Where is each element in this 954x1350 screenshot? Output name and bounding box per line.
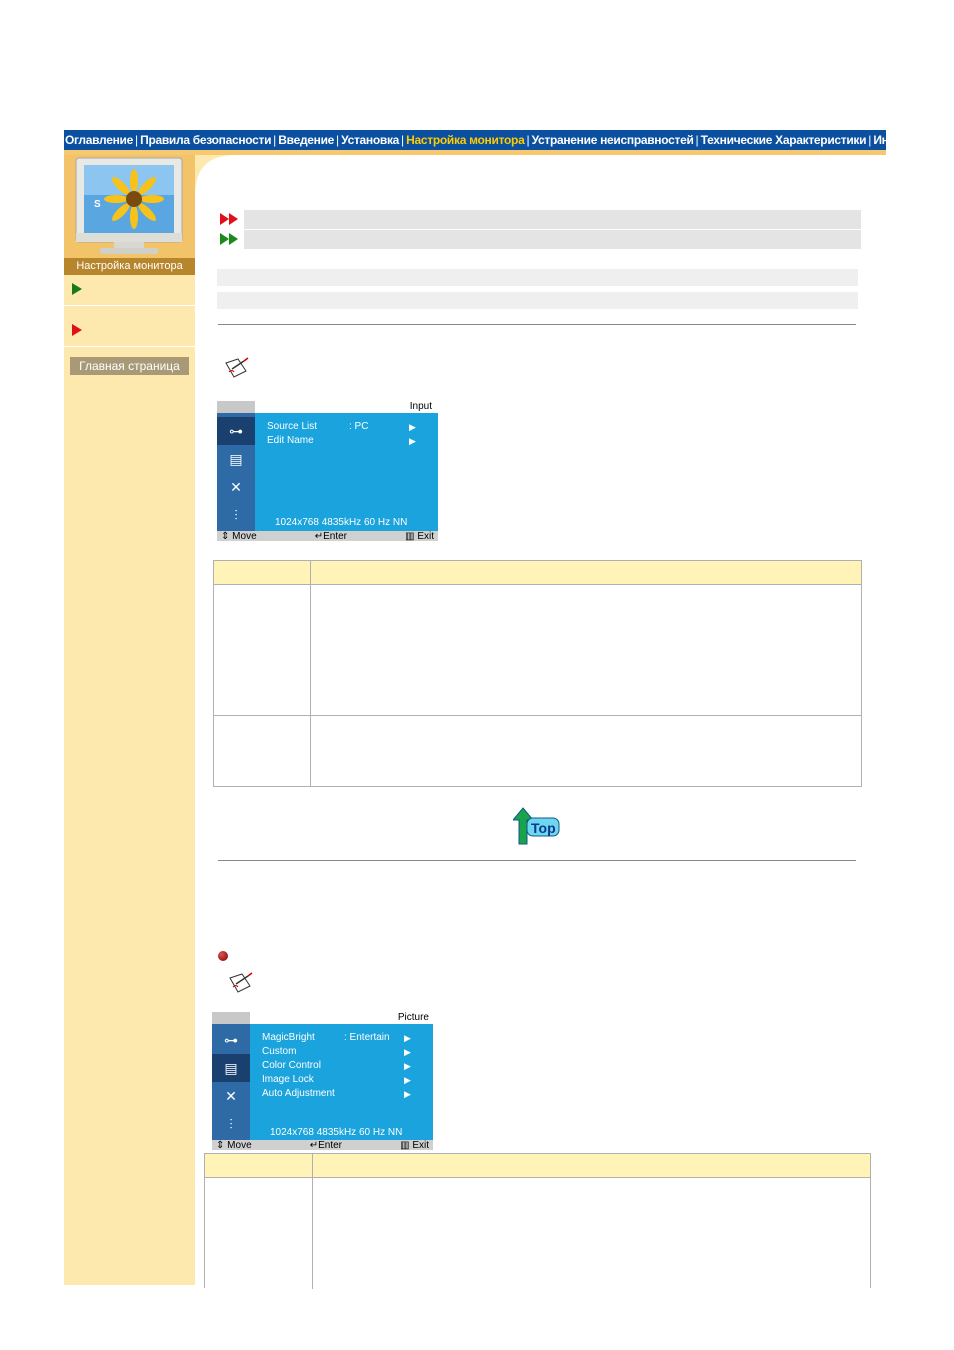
- double-arrow-green-icon: [220, 233, 238, 245]
- osd-menu-value: [344, 1073, 404, 1087]
- play-arrow-icon: ▶: [409, 422, 416, 432]
- note-icon: [225, 357, 249, 378]
- setup-icon: ✕: [225, 1087, 237, 1104]
- osd-menu-item: Auto Adjustment ▶: [262, 1087, 411, 1101]
- enter-icon: ↵: [309, 1139, 319, 1151]
- play-arrow-icon: ▶: [404, 1089, 411, 1099]
- nav-item-3[interactable]: Установка: [340, 133, 400, 147]
- bullet-icon: [218, 951, 228, 961]
- menu-icon: ▥: [400, 1139, 410, 1151]
- table-1: [213, 560, 862, 787]
- sidebar-item-2[interactable]: [64, 316, 195, 347]
- exit-hint: ▥ Exit: [400, 1139, 429, 1151]
- input-icon: ⊶: [224, 1031, 238, 1048]
- divider-1: [218, 324, 856, 325]
- osd-menu-label: Image Lock: [262, 1074, 314, 1085]
- osd-menu-item: Image Lock ▶: [262, 1073, 411, 1087]
- play-arrow-icon: ▶: [404, 1047, 411, 1057]
- osd-menu: Source List : PC ▶ Edit Name ▶: [267, 420, 416, 448]
- osd-menu-label: Custom: [262, 1046, 297, 1057]
- play-arrow-icon: ▶: [409, 436, 416, 446]
- updown-icon: ⇕: [216, 1139, 225, 1151]
- top-button[interactable]: Top: [511, 806, 561, 846]
- osd-header: Input: [255, 401, 438, 413]
- enter-hint: ↵Enter: [314, 530, 347, 542]
- link-bar-2[interactable]: [214, 230, 861, 249]
- nav-item-4[interactable]: Настройка монитора: [405, 133, 525, 147]
- osd-menu-value: : Entertain: [344, 1032, 390, 1043]
- green-arrow-icon: [72, 283, 82, 295]
- sidebar-item-1[interactable]: [64, 275, 195, 306]
- nav-item-2[interactable]: Введение: [277, 133, 335, 147]
- nav-item-0[interactable]: Оглавление: [64, 133, 134, 147]
- home-page-button[interactable]: Главная страница: [70, 357, 189, 375]
- top-nav: Оглавление | Правила безопасности | Введение…: [64, 130, 886, 150]
- divider-2: [218, 860, 856, 861]
- updown-icon: ⇕: [221, 530, 230, 542]
- nav-item-5[interactable]: Устранение неисправностей: [531, 133, 695, 147]
- adjust-icon: ⫶: [229, 1115, 233, 1132]
- top-arrow-icon: Top: [511, 807, 560, 845]
- osd-status: 1024x768 4835kHz 60 Hz NN: [275, 517, 408, 528]
- link-bar-1[interactable]: [214, 210, 861, 229]
- note-icon-2: [229, 972, 253, 993]
- table-2: [204, 1153, 871, 1289]
- monitor-letter: S: [94, 199, 101, 210]
- osd-menu-value: [344, 1087, 404, 1101]
- osd-header: Picture: [250, 1012, 433, 1024]
- red-arrow-icon: [72, 324, 82, 336]
- osd-menu-item: Color Control ▶: [262, 1059, 411, 1073]
- play-arrow-icon: ▶: [404, 1061, 411, 1071]
- osd-menu-label: Color Control: [262, 1060, 321, 1071]
- play-arrow-icon: ▶: [404, 1033, 411, 1043]
- osd-menu-value: [344, 1059, 404, 1073]
- sidebar-title: Настройка монитора: [64, 258, 195, 275]
- osd-menu-item: Custom ▶: [262, 1045, 411, 1059]
- osd-menu-label: Auto Adjustment: [262, 1088, 335, 1099]
- move-hint: ⇕ Move: [221, 530, 257, 542]
- osd-footer: ⇕ Move ↵Enter ▥ Exit: [217, 530, 438, 542]
- content-corner: [195, 155, 235, 195]
- osd-menu-label: Source List: [267, 421, 318, 432]
- enter-hint: ↵Enter: [309, 1139, 342, 1151]
- osd-menu-label: MagicBright: [262, 1032, 315, 1043]
- exit-hint: ▥ Exit: [405, 530, 434, 542]
- picture-icon: ▤: [212, 1054, 250, 1082]
- nav-item-7[interactable]: Информации: [872, 133, 886, 147]
- osd-menu-label: Edit Name: [267, 435, 314, 446]
- double-arrow-red-icon: [220, 213, 238, 225]
- info-bar-2: [217, 292, 858, 309]
- osd-menu: MagicBright: Entertain ▶ Custom ▶ Color Cont…: [262, 1031, 411, 1101]
- monitor-image: S: [64, 155, 195, 258]
- table-header: [205, 1154, 870, 1178]
- enter-icon: ↵: [314, 530, 324, 542]
- table-header: [214, 561, 861, 585]
- monitor-illustration: S: [75, 157, 183, 254]
- menu-icon: ▥: [405, 530, 415, 542]
- info-bar-1: [217, 269, 858, 286]
- svg-text:Top: Top: [531, 820, 556, 836]
- osd-picture-screen: Picture ⊶ ▤ ✕ ⫶ MagicBright: Entertain ▶ C…: [212, 1012, 433, 1151]
- nav-item-6[interactable]: Технические Характеристики: [700, 133, 868, 147]
- osd-menu-value: : PC: [349, 421, 369, 432]
- osd-menu-item: MagicBright : Entertain ▶: [262, 1031, 411, 1045]
- adjust-icon: ⫶: [234, 506, 238, 523]
- picture-icon: ▤: [229, 450, 243, 467]
- osd-footer: ⇕ Move ↵Enter ▥ Exit: [212, 1139, 433, 1151]
- osd-menu-item: Source List : PC ▶: [267, 420, 416, 434]
- nav-item-1[interactable]: Правила безопасности: [139, 133, 272, 147]
- input-icon: ⊶: [217, 417, 255, 445]
- osd-menu-value: [349, 434, 409, 448]
- setup-icon: ✕: [230, 478, 242, 495]
- move-hint: ⇕ Move: [216, 1139, 252, 1151]
- osd-menu-item: Edit Name ▶: [267, 434, 416, 448]
- play-arrow-icon: ▶: [404, 1075, 411, 1085]
- osd-menu-value: [344, 1045, 404, 1059]
- osd-status: 1024x768 4835kHz 60 Hz NN: [270, 1127, 403, 1138]
- osd-input-screen: Input ⊶ ▤ ✕ ⫶ Source List : PC ▶ Edit Name ▶…: [217, 401, 438, 542]
